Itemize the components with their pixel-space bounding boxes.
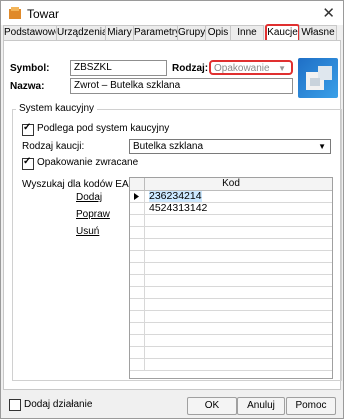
rodzaj-kaucji-value: Butelka szklana [133,141,204,152]
tab-content: Symbol: ZBSZKL Rodzaj: Opakowanie ▼ Nazw… [3,40,342,390]
tab-urzadzenia[interactable]: Urządzenia [56,25,108,40]
title-bar: Towar ✕ [1,1,343,25]
rodzaj-kaucji-label: Rodzaj kaucji: [22,141,85,152]
pomoc-button[interactable]: Pomoc [286,397,336,415]
table-row [130,299,332,311]
dodaj-dzialanie-checkbox[interactable] [9,399,21,411]
tab-parametry[interactable]: Parametry [133,25,180,40]
row-indicator [130,239,145,250]
row-pointer-icon [130,191,145,202]
tab-inne[interactable]: Inne [230,25,264,40]
dodaj-dzialanie-label: Dodaj działanie [24,399,93,410]
ean-grid[interactable]: Kod 236234214 4524313142 [129,177,333,379]
table-row [130,275,332,287]
row-indicator [130,335,145,346]
table-row [130,215,332,227]
rodzaj-select[interactable]: Opakowanie ▼ [209,60,293,75]
row-indicator [130,203,145,214]
nazwa-field[interactable]: Zwrot – Butelka szklana [70,78,293,94]
row-indicator [130,347,145,358]
close-icon[interactable]: ✕ [322,4,335,22]
anuluj-button[interactable]: Anuluj [237,397,285,415]
row-indicator [130,275,145,286]
podlega-checkbox[interactable] [22,122,34,136]
table-row [130,251,332,263]
rodzaj-label: Rodzaj: [172,63,209,74]
product-image [298,58,338,98]
row-indicator [130,299,145,310]
nazwa-label: Nazwa: [10,81,45,92]
table-row[interactable]: 4524313142 [130,203,332,215]
table-row [130,263,332,275]
grid-corner [130,178,145,190]
row-indicator [130,263,145,274]
tab-opis[interactable]: Opis [205,25,231,40]
row-indicator [130,311,145,322]
ean-code: 236234214 [149,190,202,202]
row-indicator [130,215,145,226]
table-row [130,287,332,299]
rodzaj-kaucji-select[interactable]: Butelka szklana ▼ [129,139,331,154]
app-icon [9,7,21,19]
chevron-down-icon: ▼ [278,64,286,73]
table-row [130,239,332,251]
rodzaj-value: Opakowanie [214,63,270,74]
window-title: Towar [27,7,60,21]
ok-button[interactable]: OK [187,397,237,415]
row-indicator [130,359,145,370]
usun-link[interactable]: Usuń [76,226,99,237]
row-indicator [130,227,145,238]
popraw-link[interactable]: Popraw [76,209,110,220]
table-row [130,359,332,371]
product-box-icon [306,66,332,90]
chevron-down-icon: ▼ [318,142,326,151]
ean-code: 4524313142 [149,202,208,214]
tab-grupy[interactable]: Grupy [177,25,206,40]
ean-label: Wyszukaj dla kodów EAN: [22,179,139,190]
table-row [130,323,332,335]
opakowanie-checkbox[interactable] [22,156,34,170]
table-row [130,227,332,239]
table-row [130,311,332,323]
table-row [130,347,332,359]
row-indicator [130,323,145,334]
row-indicator [130,251,145,262]
opakowanie-label: Opakowanie zwracane [37,157,139,168]
group-title: System kaucyjny [16,103,98,114]
dodaj-link[interactable]: Dodaj [76,192,102,203]
tab-podstawowe[interactable]: Podstawowe [3,25,61,40]
symbol-label: Symbol: [10,63,50,74]
row-indicator [130,287,145,298]
symbol-field[interactable]: ZBSZKL [70,60,167,76]
table-row [130,335,332,347]
tab-wlasne[interactable]: Własne [299,25,337,40]
dialog-window: Towar ✕ Podstawowe Urządzenia Miary Para… [0,0,344,419]
tab-miary[interactable]: Miary [105,25,134,40]
podlega-label: Podlega pod system kaucyjny [37,123,170,134]
